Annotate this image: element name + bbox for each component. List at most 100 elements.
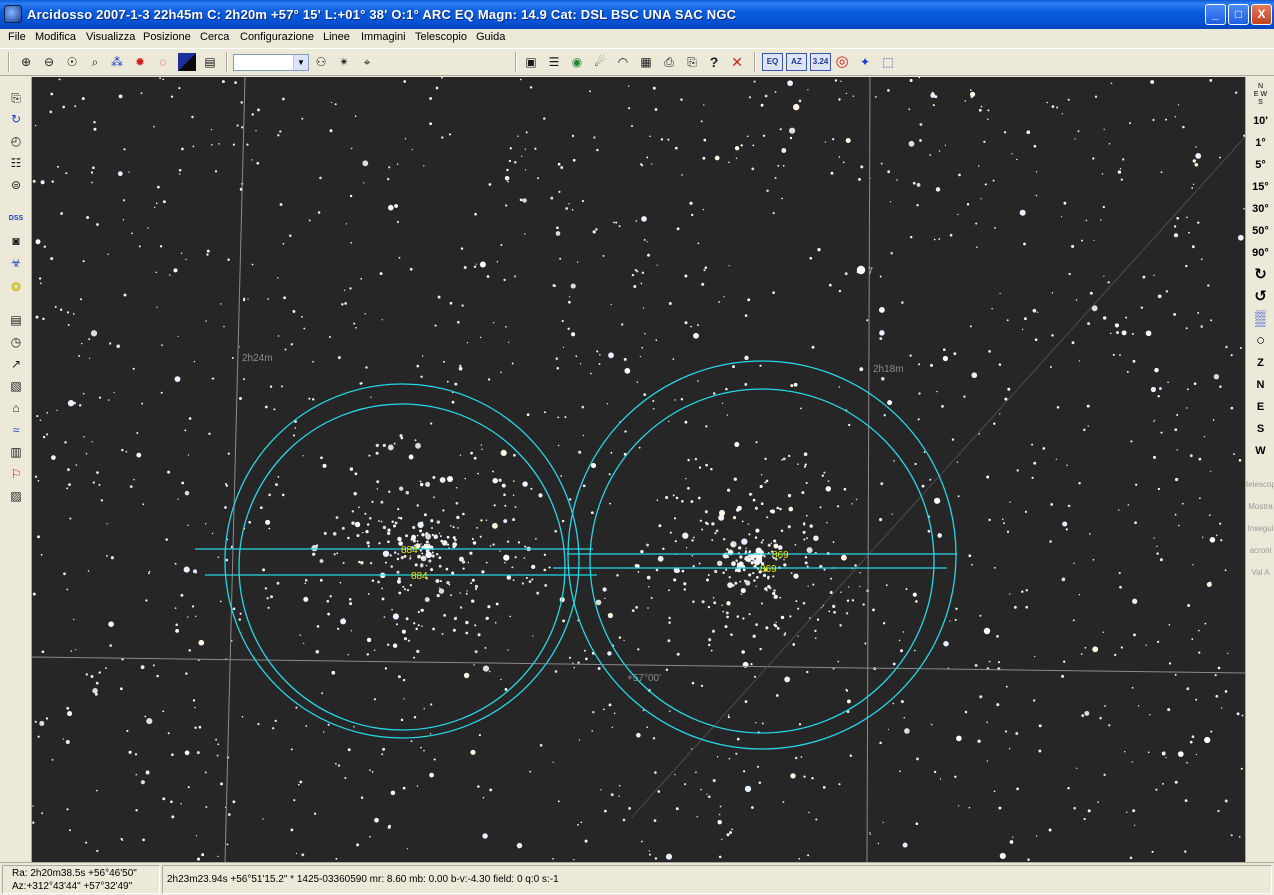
az-icon[interactable]: AZ <box>786 53 807 71</box>
notes-icon[interactable]: ☰ <box>545 53 563 71</box>
catalog-icon[interactable]: ▤ <box>7 311 25 329</box>
chart-icon[interactable]: ▥ <box>7 443 25 461</box>
view-west-button[interactable]: W <box>1246 441 1274 461</box>
stars-icon[interactable]: ⁂ <box>108 53 126 71</box>
wave-icon[interactable]: ≈ <box>7 421 25 439</box>
dome-icon[interactable]: ◠ <box>614 53 632 71</box>
star <box>521 155 523 157</box>
title-bar[interactable]: Arcidosso 2007-1-3 22h45m C: 2h20m +57° … <box>0 0 1274 29</box>
star <box>360 277 363 280</box>
home-icon[interactable]: ⌂ <box>7 399 25 417</box>
clock-icon[interactable]: ◴ <box>7 132 25 150</box>
nebula-icon[interactable]: ☣ <box>7 254 25 272</box>
rotate-ccw-icon[interactable]: ↺ <box>1246 287 1274 307</box>
telescope-button[interactable]: telescop <box>1246 475 1274 495</box>
compass-rose[interactable]: N E W S <box>1246 83 1274 113</box>
eq-icon[interactable]: EQ <box>762 53 783 71</box>
zoom-in-icon[interactable]: ⊕ <box>17 53 35 71</box>
flag-icon[interactable]: ⚐ <box>7 465 25 483</box>
export-icon[interactable]: ▨ <box>7 487 25 505</box>
fov-button-30deg[interactable]: 30° <box>1246 199 1274 219</box>
chevron-down-icon[interactable]: ▼ <box>293 55 308 70</box>
zoom-fit-icon[interactable]: ☉ <box>63 53 81 71</box>
menu-immagini[interactable]: Immagini <box>361 31 406 43</box>
document-icon[interactable]: ▤ <box>201 53 219 71</box>
track-button[interactable]: Insegui <box>1246 519 1274 539</box>
calendar-icon[interactable]: ▦ <box>637 53 655 71</box>
star <box>807 854 810 857</box>
zoom-combo[interactable]: ▼ <box>233 54 309 71</box>
print-preview-icon[interactable]: ⎘ <box>683 53 701 71</box>
globe-icon[interactable]: ◉ <box>568 53 586 71</box>
menu-modifica[interactable]: Modifica <box>35 31 76 43</box>
grid-icon[interactable]: ☷ <box>7 154 25 172</box>
find-object-icon[interactable]: ⌖ <box>358 53 376 71</box>
menu-visualizza[interactable]: Visualizza <box>86 31 135 43</box>
sky-chart[interactable]: 2h24m 2h18m +57°00' 7 884 884 869 869 <box>32 77 1245 862</box>
menu-telescopio[interactable]: Telescopio <box>415 31 467 43</box>
menu-linee[interactable]: Linee <box>323 31 350 43</box>
search-icon[interactable]: ⌕ <box>86 53 104 71</box>
app-icon[interactable] <box>4 5 22 23</box>
planets-icon[interactable]: ◌ <box>154 53 172 71</box>
view-north-button[interactable]: N <box>1246 375 1274 395</box>
quit-icon[interactable]: ✕ <box>728 53 746 71</box>
horizon-icon[interactable]: ⊜ <box>7 176 25 194</box>
pattern-icon[interactable]: ▒ <box>1246 309 1274 329</box>
menu-file[interactable]: File <box>8 31 26 43</box>
fov-button-10arcmin[interactable]: 10' <box>1246 111 1274 131</box>
menu-guida[interactable]: Guida <box>476 31 505 43</box>
constellation-icon[interactable]: ✦ <box>856 53 874 71</box>
star <box>721 838 723 841</box>
fov-button-5deg[interactable]: 5° <box>1246 155 1274 175</box>
cluster-label-884[interactable]: 884 <box>401 545 418 556</box>
camera-icon[interactable]: ◙ <box>7 232 25 250</box>
goto-button[interactable]: Val A <box>1246 563 1274 583</box>
show-button[interactable]: Mostra <box>1246 497 1274 517</box>
view-zenith-button[interactable]: Z <box>1246 353 1274 373</box>
cluster-label-869[interactable]: 869 <box>760 564 777 575</box>
lightbulb-icon[interactable]: ❂ <box>7 278 25 296</box>
dss-icon[interactable]: DSS <box>7 210 25 228</box>
maximize-button[interactable]: □ <box>1228 4 1249 25</box>
menu-configurazione[interactable]: Configurazione <box>240 31 314 43</box>
rotate-cw-icon[interactable]: ↻ <box>1246 265 1274 285</box>
binoculars-icon[interactable]: ⚇ <box>312 53 330 71</box>
cluster-label-869[interactable]: 869 <box>772 550 789 561</box>
sky-canvas[interactable]: 2h24m 2h18m +57°00' 7 884 884 869 869 <box>32 77 1245 862</box>
fov-button-1deg[interactable]: 1° <box>1246 133 1274 153</box>
layers-icon[interactable]: ▧ <box>7 377 25 395</box>
minimize-button[interactable]: _ <box>1205 4 1226 25</box>
star <box>122 199 126 202</box>
zoom-out-icon[interactable]: ⊖ <box>40 53 58 71</box>
sync-button[interactable]: acroni <box>1246 541 1274 561</box>
star <box>655 339 658 342</box>
star <box>534 147 537 150</box>
menu-cerca[interactable]: Cerca <box>200 31 229 43</box>
contrast-icon[interactable]: ◩ <box>178 53 196 71</box>
star <box>1108 142 1111 145</box>
menu-posizione[interactable]: Posizione <box>143 31 191 43</box>
save-icon[interactable]: ▣ <box>522 53 540 71</box>
print-icon[interactable]: ⎙ <box>660 53 678 71</box>
target-icon[interactable]: ◎ <box>833 53 851 71</box>
help-icon[interactable]: ? <box>705 53 723 71</box>
gauge-icon[interactable]: ◷ <box>7 333 25 351</box>
frame-icon[interactable]: ⬚ <box>879 53 897 71</box>
pointer-icon[interactable]: ↗ <box>7 355 25 373</box>
view-south-button[interactable]: S <box>1246 419 1274 439</box>
view-east-button[interactable]: E <box>1246 397 1274 417</box>
circle-icon[interactable]: ○ <box>1246 331 1274 351</box>
fov-button-15deg[interactable]: 15° <box>1246 177 1274 197</box>
cluster-label-884[interactable]: 884 <box>411 571 428 582</box>
find-star-icon[interactable]: ✴ <box>335 53 353 71</box>
close-button[interactable]: X <box>1251 4 1272 25</box>
fov-button-90deg[interactable]: 90° <box>1246 243 1274 263</box>
copy-icon[interactable]: ⎘ <box>7 89 25 107</box>
coordinates-icon[interactable]: 3.24 <box>810 53 831 71</box>
fov-button-50deg[interactable]: 50° <box>1246 221 1274 241</box>
star <box>692 565 695 568</box>
sun-icon[interactable]: ✹ <box>131 53 149 71</box>
refresh-icon[interactable]: ↻ <box>7 110 25 128</box>
satellite-icon[interactable]: ☄ <box>591 53 609 71</box>
